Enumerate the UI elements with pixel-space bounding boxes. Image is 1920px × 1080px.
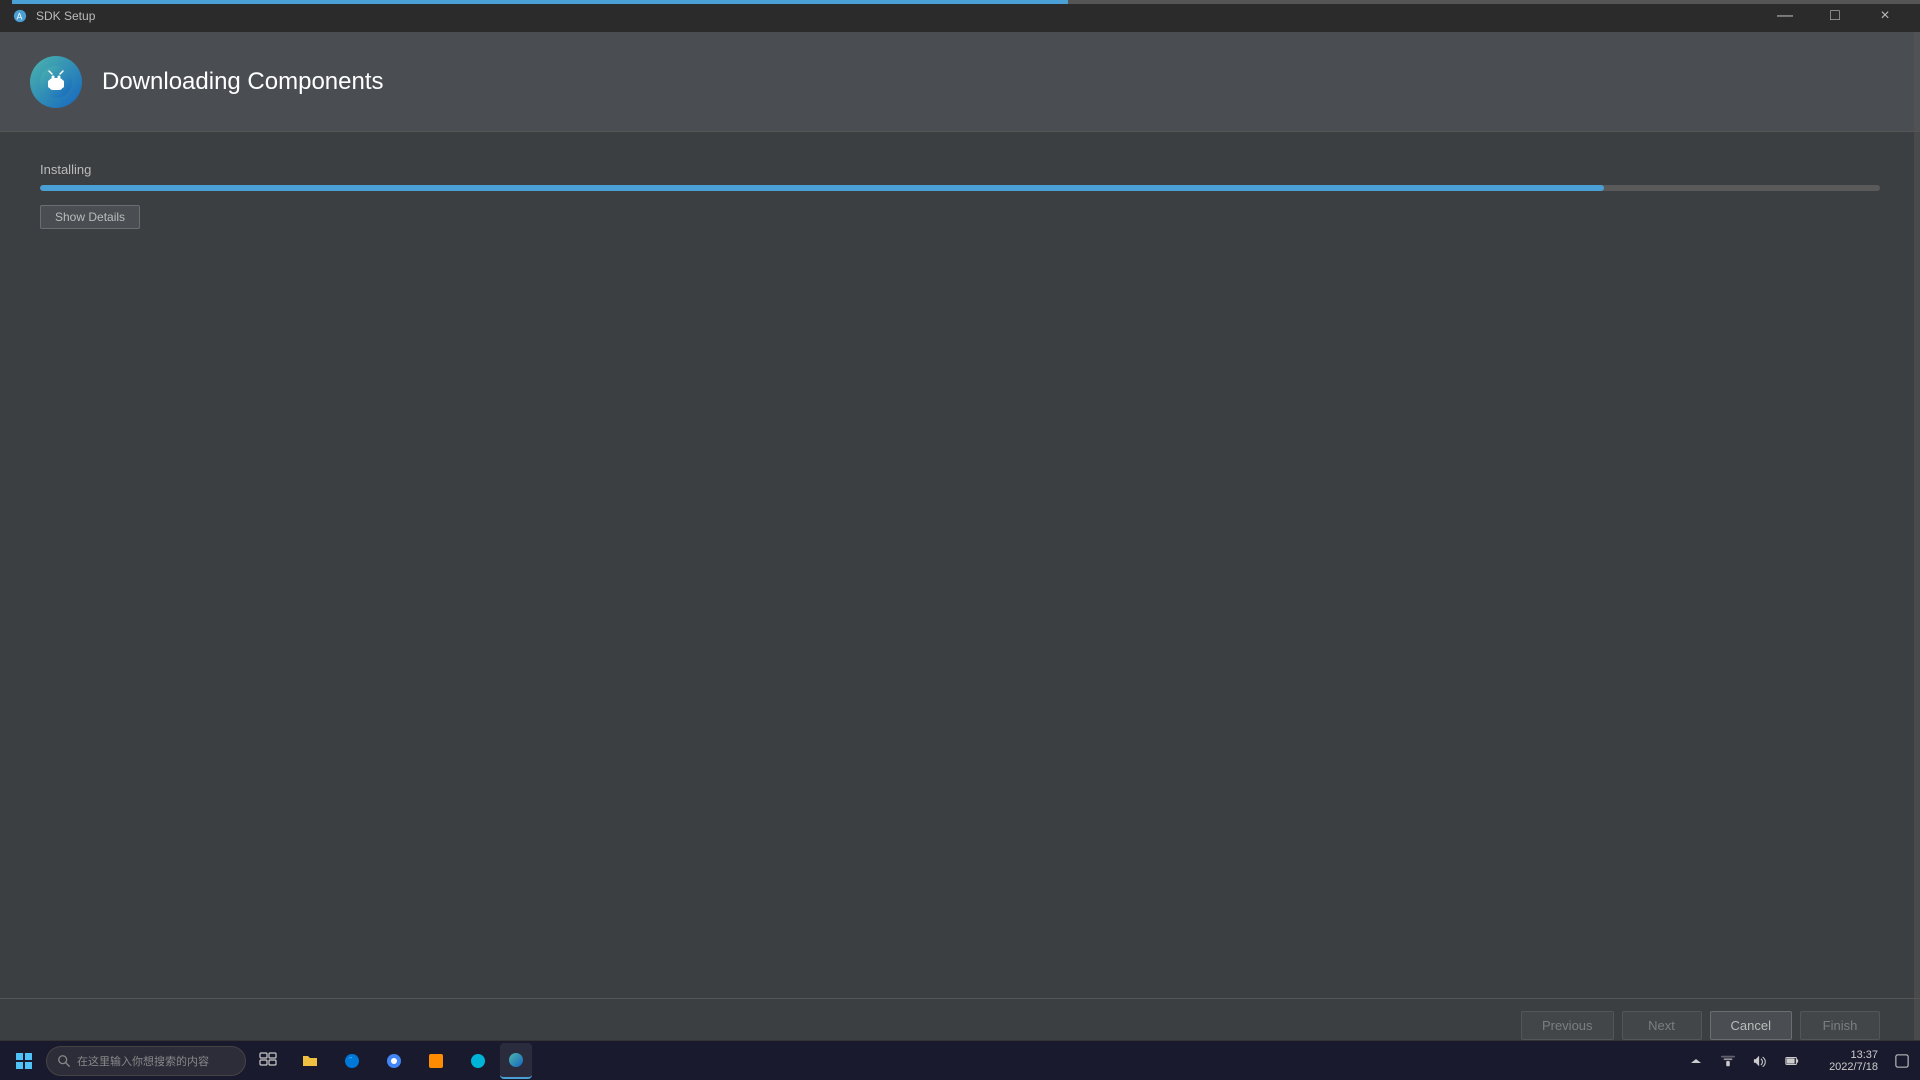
title-bar-text: SDK Setup <box>36 9 95 23</box>
tray-arrow[interactable] <box>1682 1043 1710 1079</box>
taskbar-clock[interactable]: 13:37 2022/7/18 <box>1816 1049 1886 1073</box>
taskbar-app-2[interactable] <box>458 1043 498 1079</box>
edge-browser-button[interactable] <box>332 1043 372 1079</box>
taskbar-search[interactable]: 在这里输入你想搜索的内容 <box>46 1046 246 1076</box>
android-studio-logo <box>30 56 82 108</box>
show-details-button[interactable]: Show Details <box>40 205 140 229</box>
taskbar-tray <box>1682 1043 1814 1079</box>
next-button[interactable]: Next <box>1622 1011 1702 1040</box>
taskbar-app-1[interactable] <box>416 1043 456 1079</box>
battery-icon[interactable] <box>1778 1043 1806 1079</box>
sdk-setup-taskbar-app[interactable] <box>500 1043 532 1079</box>
volume-icon[interactable] <box>1746 1043 1774 1079</box>
page-title: Downloading Components <box>102 68 384 96</box>
app-icon: A <box>12 8 28 24</box>
taskbar-search-text: 在这里输入你想搜索的内容 <box>77 1053 209 1069</box>
title-bar: A SDK Setup — □ × <box>0 0 1920 32</box>
cancel-button[interactable]: Cancel <box>1710 1011 1792 1040</box>
finish-button[interactable]: Finish <box>1800 1011 1880 1040</box>
header: Downloading Components <box>0 32 1920 132</box>
file-explorer-button[interactable] <box>290 1043 330 1079</box>
taskbar: 在这里输入你想搜索的内容 <box>0 1040 1920 1080</box>
start-button[interactable] <box>4 1043 44 1079</box>
progress-bar-container <box>40 185 1880 191</box>
task-view-button[interactable] <box>248 1043 288 1079</box>
top-progress-bar <box>12 0 1920 4</box>
status-label: Installing <box>40 162 1880 177</box>
top-progress-fill <box>12 0 1068 4</box>
maximize-button[interactable]: □ <box>1812 0 1858 32</box>
minimize-button[interactable]: — <box>1762 0 1808 32</box>
notification-icon[interactable] <box>1888 1043 1916 1079</box>
title-bar-left: A SDK Setup <box>12 8 95 24</box>
svg-text:A: A <box>17 12 23 22</box>
taskbar-date: 2022/7/18 <box>1829 1061 1878 1073</box>
close-button[interactable]: × <box>1862 0 1908 32</box>
progress-bar-fill <box>40 185 1604 191</box>
chrome-button[interactable] <box>374 1043 414 1079</box>
main-content: Installing Show Details <box>0 132 1920 984</box>
taskbar-time: 13:37 <box>1850 1049 1878 1061</box>
title-bar-controls: — □ × <box>1762 0 1908 32</box>
footer-actions: Previous Next Cancel Finish <box>0 998 1920 1040</box>
network-icon[interactable] <box>1714 1043 1742 1079</box>
scrollbar-hint <box>1914 32 1920 1040</box>
previous-button[interactable]: Previous <box>1521 1011 1614 1040</box>
